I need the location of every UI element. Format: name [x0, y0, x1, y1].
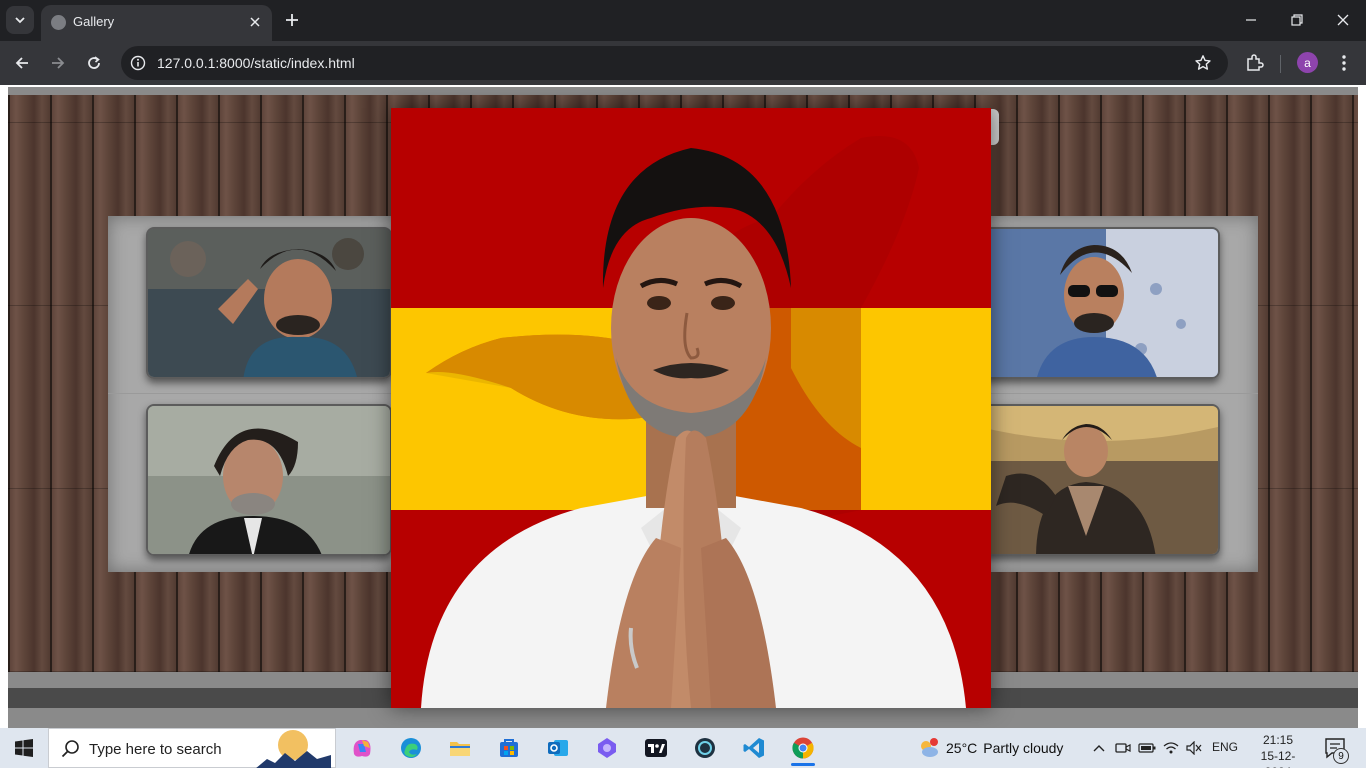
- loop-app-icon: [598, 738, 616, 758]
- tray-meet-now[interactable]: [1113, 738, 1133, 758]
- taskbar-app-circle[interactable]: [685, 732, 725, 764]
- battery-icon: [1138, 743, 1156, 753]
- wifi-icon: [1163, 742, 1179, 754]
- site-info-icon[interactable]: [129, 54, 147, 72]
- page-viewport: [0, 85, 1366, 728]
- arrow-right-icon: [52, 57, 65, 69]
- taskbar-store[interactable]: [489, 732, 529, 764]
- volume-muted-icon: [1186, 741, 1202, 755]
- tray-network[interactable]: [1161, 738, 1181, 758]
- photo-portrait-enlarged-icon: [391, 108, 991, 708]
- tray-battery[interactable]: [1137, 738, 1157, 758]
- photo-portrait-icon: [976, 229, 1218, 377]
- close-window-button[interactable]: [1320, 4, 1366, 36]
- back-button[interactable]: [7, 48, 37, 78]
- outlook-icon: [548, 740, 568, 756]
- kebab-menu-icon: [1342, 55, 1346, 71]
- browser-toolbar: 127.0.0.1:8000/static/index.html: [0, 41, 1366, 85]
- taskbar-outlook[interactable]: [538, 732, 578, 764]
- restore-button[interactable]: [1274, 4, 1320, 36]
- edge-browser-icon: [401, 738, 421, 758]
- chrome-icon: [792, 737, 814, 759]
- gallery-thumbnail-4[interactable]: [974, 404, 1220, 556]
- close-icon: [250, 17, 260, 27]
- app-circle-icon: [695, 738, 715, 758]
- reload-button[interactable]: [79, 48, 109, 78]
- tab-title: Gallery: [73, 14, 115, 29]
- weather-description: Partly cloudy: [983, 740, 1064, 756]
- chevron-up-icon: [1093, 745, 1105, 752]
- address-bar[interactable]: 127.0.0.1:8000/static/index.html: [121, 46, 1228, 80]
- taskbar-tradingview[interactable]: [636, 732, 676, 764]
- forward-button[interactable]: [43, 48, 73, 78]
- tab-search-button[interactable]: [6, 6, 34, 34]
- gallery-thumbnail-3[interactable]: [146, 404, 392, 556]
- plus-icon: [286, 14, 298, 26]
- taskbar-chrome[interactable]: [783, 732, 823, 766]
- minimize-icon: [1246, 19, 1256, 21]
- browser-tab-bar: Gallery: [0, 0, 1366, 41]
- chevron-down-icon: [15, 17, 25, 24]
- globe-icon: [51, 15, 66, 30]
- puzzle-icon: [1247, 54, 1264, 71]
- taskbar-search-box[interactable]: Type here to search: [48, 728, 336, 768]
- tab-gallery[interactable]: Gallery: [41, 5, 272, 41]
- clock-time: 21:15: [1262, 733, 1294, 747]
- extensions-button[interactable]: [1241, 50, 1267, 76]
- minimize-button[interactable]: [1228, 4, 1274, 36]
- vscode-icon: [743, 738, 764, 758]
- taskbar-clock[interactable]: 21:15 15-12-2024: [1248, 732, 1308, 768]
- photo-portrait-icon: [148, 229, 390, 377]
- show-hidden-icons-button[interactable]: [1089, 738, 1109, 758]
- page-background: [8, 87, 1358, 728]
- search-placeholder: Type here to search: [89, 741, 222, 758]
- input-language[interactable]: ENG: [1212, 740, 1238, 754]
- weather-cloud-icon: [921, 738, 938, 757]
- restore-icon: [1291, 14, 1303, 26]
- windows-logo-icon: [15, 739, 33, 757]
- taskbar-loop[interactable]: [587, 732, 627, 764]
- tray-volume[interactable]: [1184, 738, 1204, 758]
- gallery-thumbnail-1[interactable]: [146, 227, 392, 379]
- taskbar-copilot[interactable]: [342, 732, 382, 764]
- weather-temperature: 25°C: [946, 740, 978, 756]
- clock-date: 15-12-2024: [1260, 749, 1296, 768]
- taskbar-file-explorer[interactable]: [440, 732, 480, 764]
- copilot-icon: [353, 740, 371, 757]
- new-tab-button[interactable]: [280, 8, 304, 32]
- browser-menu-button[interactable]: [1331, 50, 1357, 76]
- photo-portrait-icon: [976, 406, 1218, 554]
- reload-icon: [88, 56, 100, 69]
- taskbar-edge[interactable]: [391, 732, 431, 764]
- windows-taskbar: Type here to search 25°C Partly cloudy E…: [0, 728, 1366, 768]
- arrow-left-icon: [15, 57, 28, 69]
- close-icon: [1337, 14, 1349, 26]
- taskbar-vscode[interactable]: [734, 732, 774, 764]
- notification-count-badge: 9: [1333, 748, 1349, 764]
- store-bag-icon: [500, 739, 518, 757]
- start-button[interactable]: [0, 728, 48, 768]
- folder-icon: [450, 742, 470, 756]
- tradingview-icon: [645, 739, 667, 757]
- camera-icon: [1115, 743, 1131, 753]
- star-icon: [1195, 55, 1211, 70]
- tab-close-button[interactable]: [244, 11, 266, 33]
- search-icon: [61, 740, 79, 758]
- gallery-thumbnail-2[interactable]: [974, 227, 1220, 379]
- toolbar-separator: [1280, 55, 1281, 73]
- search-highlight-art-icon: [256, 730, 331, 768]
- weather-widget[interactable]: 25°C Partly cloudy: [918, 728, 1063, 768]
- bookmark-star-button[interactable]: [1192, 52, 1214, 74]
- photo-portrait-icon: [148, 406, 390, 554]
- profile-avatar[interactable]: a: [1297, 52, 1318, 73]
- lightbox-image[interactable]: [391, 108, 991, 708]
- url-text: 127.0.0.1:8000/static/index.html: [157, 55, 355, 71]
